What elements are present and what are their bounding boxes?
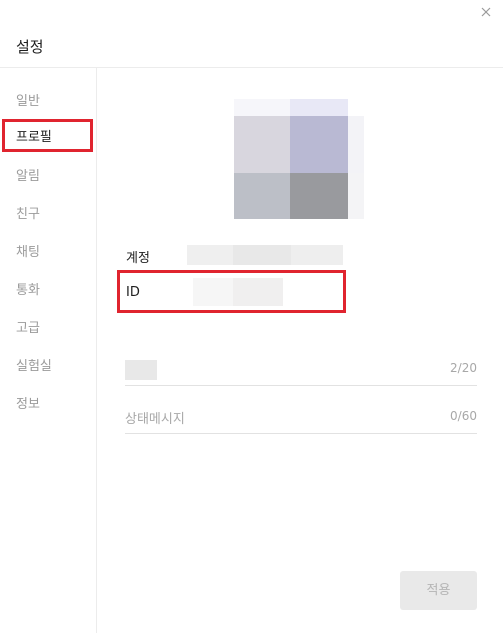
name-field[interactable]: 2/20	[125, 355, 477, 386]
profile-avatar[interactable]	[234, 99, 364, 219]
sidebar: 일반 프로필 알림 친구 채팅 통화 고급 실험실 정보	[0, 68, 97, 633]
sidebar-item-chats[interactable]: 채팅	[16, 241, 40, 260]
account-value-redacted	[187, 245, 233, 265]
account-label: 계정	[126, 251, 150, 266]
sidebar-item-notifications[interactable]: 알림	[16, 165, 40, 184]
sidebar-item-general[interactable]: 일반	[16, 90, 40, 109]
status-char-counter: 0/60	[450, 409, 477, 423]
sidebar-item-friends[interactable]: 친구	[16, 203, 40, 222]
sidebar-item-labs[interactable]: 실험실	[16, 355, 52, 374]
account-value-redacted-2	[233, 245, 291, 265]
window-title: 설정	[16, 38, 44, 56]
apply-button[interactable]: 적용	[400, 571, 477, 610]
status-message-placeholder: 상태메시지	[125, 412, 185, 427]
sidebar-item-calls[interactable]: 통화	[16, 279, 40, 298]
close-icon[interactable]	[479, 4, 493, 18]
name-char-counter: 2/20	[450, 361, 477, 375]
status-message-field[interactable]: 상태메시지 0/60	[125, 403, 477, 434]
account-value-redacted-3	[291, 245, 343, 265]
settings-window: 설정 일반 프로필 알림 친구 채팅 통화 고급 실험실 정보 계정 ID 2/…	[0, 0, 503, 633]
id-highlight-box	[117, 270, 346, 313]
sidebar-item-info[interactable]: 정보	[16, 393, 40, 412]
name-value-redacted	[125, 360, 157, 380]
profile-highlight-box	[2, 119, 93, 152]
sidebar-item-advanced[interactable]: 고급	[16, 317, 40, 336]
